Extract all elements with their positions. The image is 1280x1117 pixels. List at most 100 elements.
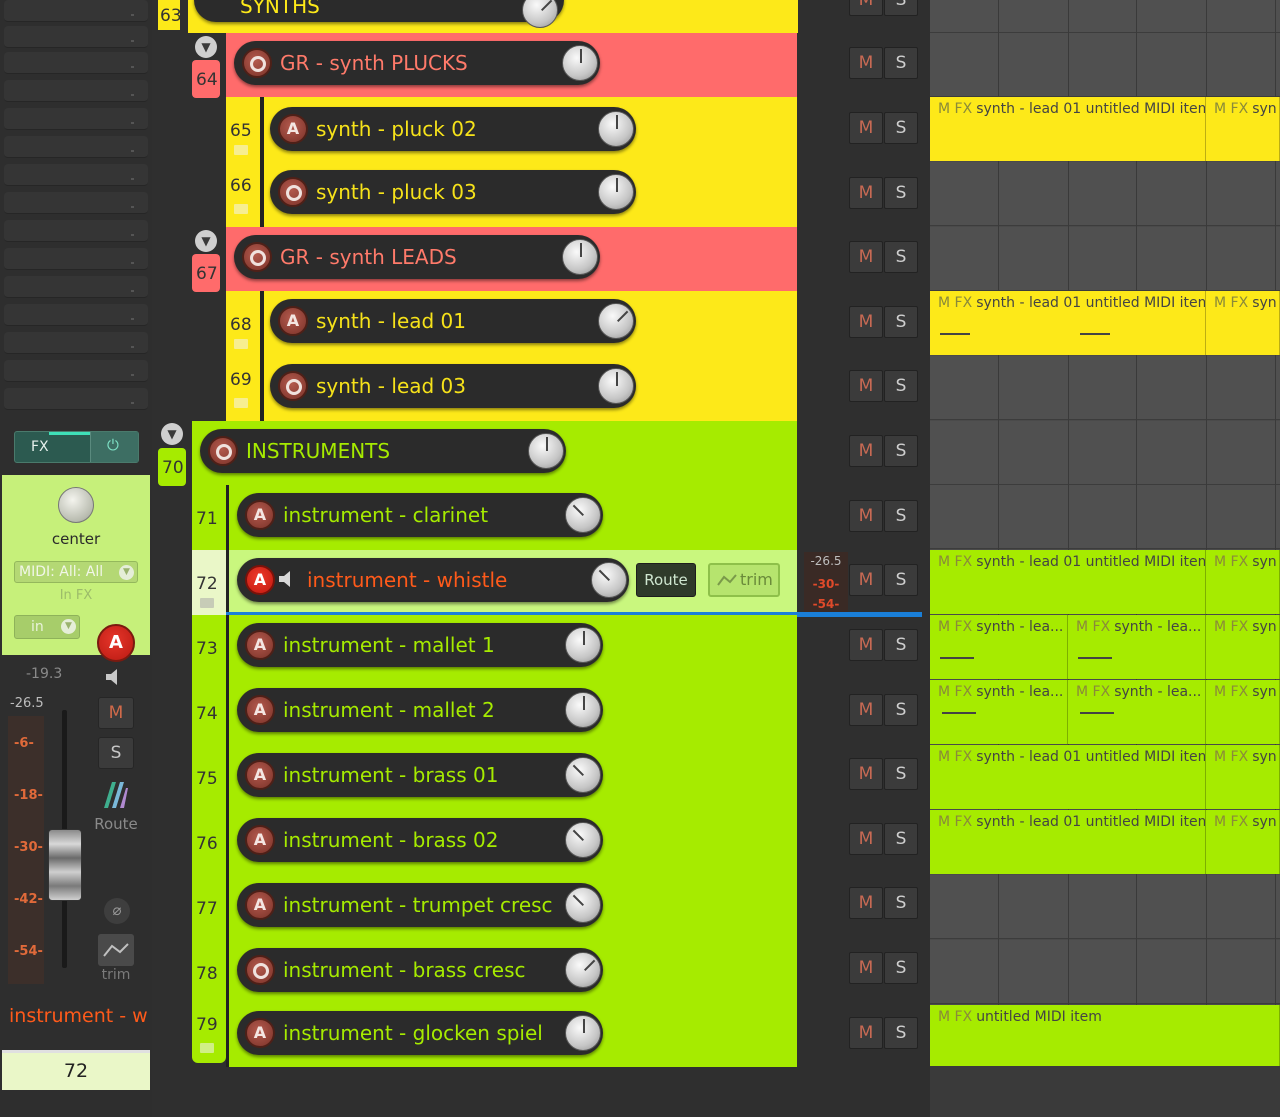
arrange-view[interactable]: M FX synth - lead 01 untitled MIDI item M… [930,0,1280,1117]
fx-slot[interactable] [4,52,148,74]
fx-slot[interactable] [4,304,148,326]
mute-button[interactable]: M [849,435,883,467]
mute-button[interactable]: M [849,0,883,16]
solo-button[interactable]: S [884,435,918,467]
mute-button[interactable]: M [849,306,883,338]
midi-item[interactable]: M FX syn [1206,680,1280,744]
solo-button[interactable]: S [884,370,918,402]
volume-knob[interactable] [562,45,598,81]
empty-arrange-area[interactable] [930,1066,1280,1117]
fx-slot[interactable] [4,108,148,130]
solo-button[interactable]: S [884,306,918,338]
volume-knob[interactable] [598,111,634,147]
record-arm-button[interactable]: A [245,565,275,595]
track-name-bar[interactable]: instrument - brass cresc [237,948,603,992]
mute-button[interactable]: M [849,564,883,596]
fx-bypass-toggle[interactable]: ⏻ [90,432,138,462]
volume-knob[interactable] [565,1015,601,1051]
volume-knob[interactable] [565,822,601,858]
track-name-bar[interactable]: GR - synth PLUCKS [234,41,600,85]
midi-item[interactable]: M FX synth - lea... [930,615,1068,679]
track-name-bar[interactable]: A instrument - clarinet [237,493,603,537]
solo-button[interactable]: S [884,629,918,661]
mute-button[interactable]: M [849,370,883,402]
solo-button[interactable]: S [98,737,134,769]
trim-button[interactable]: trim [708,563,780,597]
track-row[interactable]: A instrument - glocken spiel [226,1005,797,1067]
record-arm-button[interactable]: A [245,695,275,725]
record-arm-button[interactable]: A [245,890,275,920]
record-arm-button[interactable] [242,242,272,272]
solo-button[interactable]: S [884,47,918,79]
solo-button[interactable]: S [884,500,918,532]
mute-button[interactable]: M [849,629,883,661]
input-mode-select[interactable]: in ▼ [14,615,80,639]
mute-button[interactable]: M [849,47,883,79]
solo-button[interactable]: S [884,887,918,919]
track-name-bar[interactable]: A synth - pluck 02 [270,107,636,151]
mute-button[interactable]: M [849,823,883,855]
record-arm-button[interactable] [278,371,308,401]
volume-knob[interactable] [522,0,558,28]
route-icon[interactable] [98,778,132,812]
volume-knob[interactable] [565,497,601,533]
record-arm-button[interactable]: A [245,760,275,790]
fx-slot[interactable] [4,360,148,382]
midi-item[interactable]: M FX syn [1206,291,1280,355]
fx-slot[interactable] [4,164,148,186]
track-name-bar[interactable]: A instrument - whistle [237,558,629,602]
volume-knob[interactable] [528,433,564,469]
record-arm-button[interactable]: A [245,825,275,855]
solo-button[interactable]: S [884,564,918,596]
mute-button[interactable]: M [849,694,883,726]
track-name-bar[interactable]: synth - lead 03 [270,364,636,408]
midi-item[interactable]: M FX synth - lea... [1068,680,1206,744]
midi-item[interactable]: M FX synth - lead 01 untitled MIDI item [930,810,1206,874]
track-row[interactable]: GR - synth LEADS [226,227,797,291]
input-fx-label[interactable]: In FX [0,588,152,603]
track-row[interactable]: A instrument - clarinet [226,485,797,550]
mute-button[interactable]: M [849,241,883,273]
volume-knob[interactable] [598,174,634,210]
track-name-bar[interactable]: GR - synth LEADS [234,235,600,279]
track-name-bar[interactable]: A instrument - glocken spiel [237,1011,603,1055]
midi-item[interactable]: M FX syn [1206,97,1280,161]
record-arm-button[interactable]: A [278,114,308,144]
track-name-bar[interactable]: A instrument - trumpet cresc [237,883,603,927]
record-arm-button[interactable]: A [245,630,275,660]
record-arm-button[interactable]: A [278,306,308,336]
volume-knob[interactable] [565,627,601,663]
solo-button[interactable]: S [884,177,918,209]
fx-slot[interactable] [4,276,148,298]
midi-item[interactable]: M FX synth - lead 01 untitled MIDI item [930,291,1206,355]
track-row[interactable]: A instrument - trumpet cresc [226,875,797,940]
volume-knob[interactable] [598,368,634,404]
record-arm-button[interactable] [242,48,272,78]
track-row[interactable]: A instrument - mallet 1 [226,615,797,680]
record-arm-button[interactable] [245,955,275,985]
track-name-bar[interactable]: SYNTHS [194,0,564,28]
speaker-icon[interactable] [277,568,299,590]
track-name-bar[interactable]: synth - pluck 03 [270,170,636,214]
folder-collapse-icon[interactable]: ▼ [161,423,183,445]
track-row[interactable]: A instrument - mallet 2 [226,680,797,745]
solo-button[interactable]: S [884,952,918,984]
mute-button[interactable]: M [849,952,883,984]
track-name-bar[interactable]: INSTRUMENTS [200,429,566,473]
midi-item[interactable]: M FX syn [1206,810,1280,874]
mute-button[interactable]: M [98,697,134,729]
solo-button[interactable]: S [884,823,918,855]
solo-button[interactable]: S [884,0,918,16]
track-name-bar[interactable]: A instrument - brass 01 [237,753,603,797]
mute-button[interactable]: M [849,500,883,532]
volume-knob[interactable] [565,757,601,793]
midi-item[interactable]: M FX syn [1206,550,1280,614]
track-name-bar[interactable]: A synth - lead 01 [270,299,636,343]
track-row[interactable]: INSTRUMENTS [192,421,797,485]
track-row[interactable]: synth - pluck 03 [260,162,797,227]
track-name-bar[interactable]: A instrument - brass 02 [237,818,603,862]
midi-item[interactable]: M FX synth - lea... [930,680,1068,744]
track-row[interactable]: SYNTHS [188,0,798,33]
mute-button[interactable]: M [849,1017,883,1049]
fx-slot[interactable] [4,136,148,158]
